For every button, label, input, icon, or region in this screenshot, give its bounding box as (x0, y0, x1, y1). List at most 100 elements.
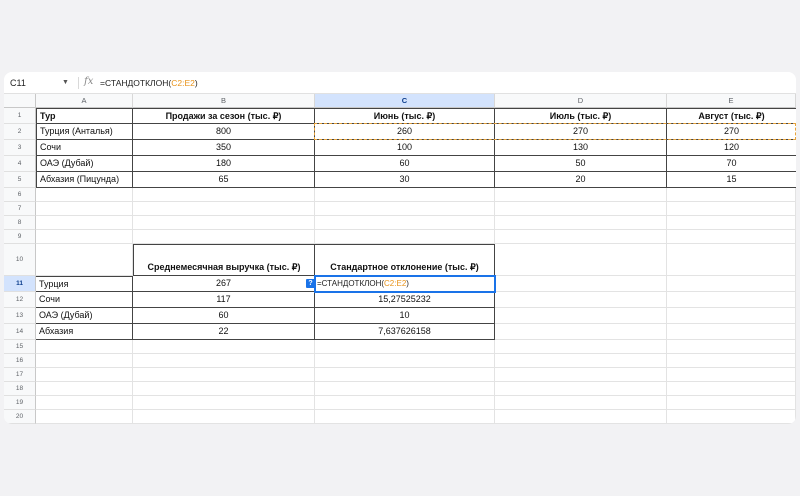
cell-a19[interactable] (36, 396, 133, 410)
cell-b7[interactable] (133, 202, 315, 216)
cell-e11[interactable] (667, 276, 796, 292)
cell-c1[interactable]: Июнь (тыс. ₽) (315, 108, 495, 124)
cell-c4[interactable]: 60 (315, 156, 495, 172)
row-header-17[interactable]: 17 (4, 368, 36, 382)
cell-c12[interactable]: 15,27525232 (315, 292, 495, 308)
formula-help-icon[interactable]: ? (306, 279, 315, 288)
row-header-7[interactable]: 7 (4, 202, 36, 216)
cell-a10[interactable] (36, 244, 133, 276)
cell-d6[interactable] (495, 188, 667, 202)
row-header-1[interactable]: 1 (4, 108, 36, 124)
cell-b6[interactable] (133, 188, 315, 202)
cell-e8[interactable] (667, 216, 796, 230)
row-header-18[interactable]: 18 (4, 382, 36, 396)
row-header-13[interactable]: 13 (4, 308, 36, 324)
cell-c10[interactable]: Стандартное отклонение (тыс. ₽) (315, 244, 495, 276)
cell-d9[interactable] (495, 230, 667, 244)
cell-d16[interactable] (495, 354, 667, 368)
cell-d4[interactable]: 50 (495, 156, 667, 172)
cell-b17[interactable] (133, 368, 315, 382)
row-header-9[interactable]: 9 (4, 230, 36, 244)
cell-d20[interactable] (495, 410, 667, 424)
cell-b19[interactable] (133, 396, 315, 410)
cell-a13[interactable]: ОАЭ (Дубай) (36, 308, 133, 324)
row-header-20[interactable]: 20 (4, 410, 36, 424)
column-header-c[interactable]: C (315, 94, 495, 108)
row-header-19[interactable]: 19 (4, 396, 36, 410)
cell-d2[interactable]: 270 (495, 124, 667, 140)
cell-a9[interactable] (36, 230, 133, 244)
cell-d17[interactable] (495, 368, 667, 382)
cell-b12[interactable]: 117 (133, 292, 315, 308)
cell-c7[interactable] (315, 202, 495, 216)
cell-e19[interactable] (667, 396, 796, 410)
cell-c20[interactable] (315, 410, 495, 424)
cell-a8[interactable] (36, 216, 133, 230)
row-header-12[interactable]: 12 (4, 292, 36, 308)
row-header-11[interactable]: 11 (4, 276, 36, 292)
cell-d5[interactable]: 20 (495, 172, 667, 188)
cell-a20[interactable] (36, 410, 133, 424)
cell-a6[interactable] (36, 188, 133, 202)
cell-a11[interactable]: Турция (36, 276, 133, 292)
row-header-5[interactable]: 5 (4, 172, 36, 188)
row-header-6[interactable]: 6 (4, 188, 36, 202)
row-header-8[interactable]: 8 (4, 216, 36, 230)
cell-b11[interactable]: 267 (133, 276, 315, 292)
cell-e5[interactable]: 15 (667, 172, 796, 188)
active-cell-editor[interactable]: =СТАНДОТКЛОН(C2:E2) (314, 275, 496, 293)
cell-d11[interactable] (495, 276, 667, 292)
cell-a15[interactable] (36, 340, 133, 354)
cell-e4[interactable]: 70 (667, 156, 796, 172)
cell-b16[interactable] (133, 354, 315, 368)
cell-b18[interactable] (133, 382, 315, 396)
cell-d7[interactable] (495, 202, 667, 216)
cell-e6[interactable] (667, 188, 796, 202)
cell-e13[interactable] (667, 308, 796, 324)
cell-d3[interactable]: 130 (495, 140, 667, 156)
cell-b1[interactable]: Продажи за сезон (тыс. ₽) (133, 108, 315, 124)
formula-input[interactable]: =СТАНДОТКЛОН(C2:E2) (100, 76, 198, 90)
cell-d8[interactable] (495, 216, 667, 230)
cell-b5[interactable]: 65 (133, 172, 315, 188)
cell-e20[interactable] (667, 410, 796, 424)
cell-d18[interactable] (495, 382, 667, 396)
column-header-e[interactable]: E (667, 94, 796, 108)
cell-a12[interactable]: Сочи (36, 292, 133, 308)
cell-c17[interactable] (315, 368, 495, 382)
cell-e17[interactable] (667, 368, 796, 382)
cell-c18[interactable] (315, 382, 495, 396)
cell-b8[interactable] (133, 216, 315, 230)
cell-e12[interactable] (667, 292, 796, 308)
cell-e18[interactable] (667, 382, 796, 396)
cell-e3[interactable]: 120 (667, 140, 796, 156)
cell-b10[interactable]: Среднемесячная выручка (тыс. ₽) (133, 244, 315, 276)
cell-c16[interactable] (315, 354, 495, 368)
cell-d12[interactable] (495, 292, 667, 308)
cell-a14[interactable]: Абхазия (36, 324, 133, 340)
cell-e15[interactable] (667, 340, 796, 354)
cell-d1[interactable]: Июль (тыс. ₽) (495, 108, 667, 124)
cell-b3[interactable]: 350 (133, 140, 315, 156)
cell-e16[interactable] (667, 354, 796, 368)
cell-b4[interactable]: 180 (133, 156, 315, 172)
row-header-16[interactable]: 16 (4, 354, 36, 368)
cell-c5[interactable]: 30 (315, 172, 495, 188)
column-header-a[interactable]: A (36, 94, 133, 108)
cell-b9[interactable] (133, 230, 315, 244)
cell-e10[interactable] (667, 244, 796, 276)
chevron-down-icon[interactable]: ▼ (62, 76, 69, 90)
cell-d15[interactable] (495, 340, 667, 354)
cell-d19[interactable] (495, 396, 667, 410)
row-header-15[interactable]: 15 (4, 340, 36, 354)
cell-c8[interactable] (315, 216, 495, 230)
row-header-2[interactable]: 2 (4, 124, 36, 140)
cell-a1[interactable]: Тур (36, 108, 133, 124)
cell-c14[interactable]: 7,637626158 (315, 324, 495, 340)
cell-c15[interactable] (315, 340, 495, 354)
cell-b15[interactable] (133, 340, 315, 354)
cell-c9[interactable] (315, 230, 495, 244)
cell-b13[interactable]: 60 (133, 308, 315, 324)
cell-e1[interactable]: Август (тыс. ₽) (667, 108, 796, 124)
cell-e2[interactable]: 270 (667, 124, 796, 140)
